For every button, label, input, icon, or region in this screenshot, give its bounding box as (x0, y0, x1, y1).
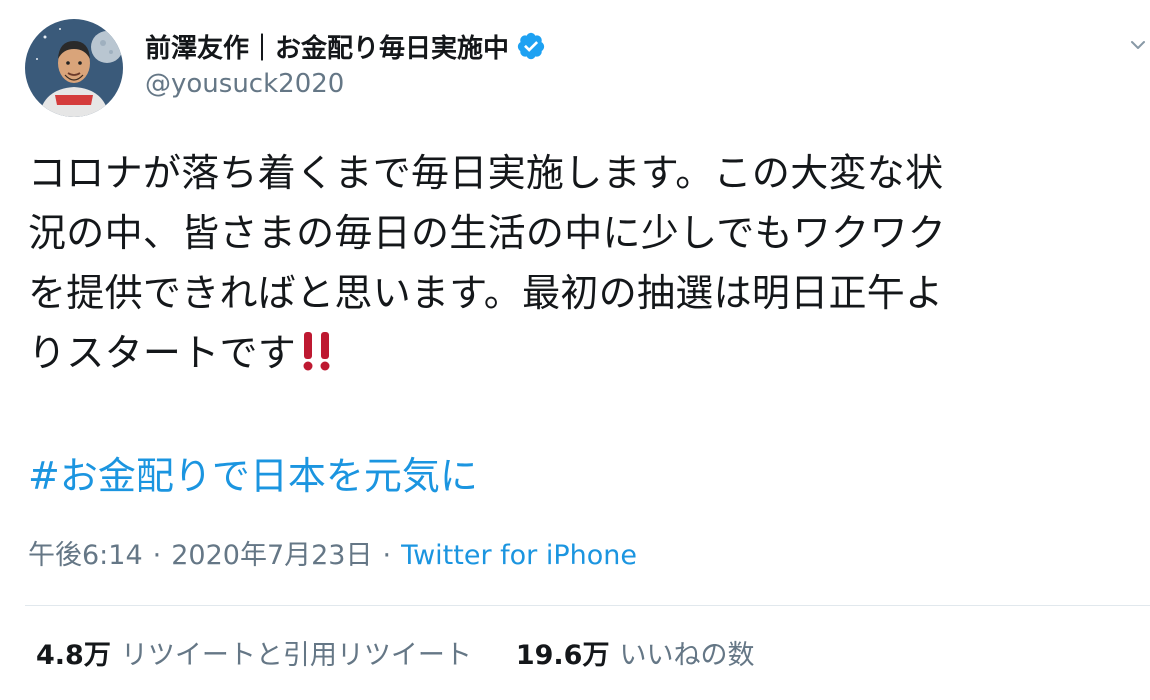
retweets-label: リツイートと引用リツイート (120, 640, 472, 671)
divider (25, 605, 1150, 606)
tweet-time[interactable]: 午後6:14 (28, 540, 143, 571)
retweets-count: 4.8万 (36, 640, 111, 671)
tweet-text-content: コロナが落ち着くまで毎日実施します。この大変な状 況の中、皆さまの毎日の生活の中… (28, 151, 947, 375)
display-name[interactable]: 前澤友作｜お金配り毎日実施中 (145, 28, 509, 65)
chevron-down-icon[interactable] (1130, 36, 1146, 49)
likes-stat[interactable]: 19.6万 いいねの数 (516, 634, 755, 678)
avatar[interactable] (25, 19, 123, 117)
author-handle[interactable]: @yousuck2020 (145, 69, 344, 99)
tweet-source-link[interactable]: Twitter for iPhone (401, 540, 637, 571)
likes-count: 19.6万 (515, 640, 610, 671)
tweet-stats: 4.8万 リツイートと引用リツイート 19.6万 いいねの数 (36, 634, 798, 678)
tweet-text: コロナが落ち着くまで毎日実施します。この大変な状 況の中、皆さまの毎日の生活の中… (28, 143, 1133, 383)
retweets-stat[interactable]: 4.8万 リツイートと引用リツイート (36, 634, 472, 678)
tweet-meta: 午後6:14 · 2020年7月23日 · Twitter for iPhone (28, 536, 637, 576)
author-name-row[interactable]: 前澤友作｜お金配り毎日実施中 (145, 26, 546, 66)
double-exclamation-icon (300, 329, 334, 371)
tweet-card: 前澤友作｜お金配り毎日実施中 @yousuck2020 コロナが落ち着くまで毎日… (0, 0, 1150, 700)
likes-label: いいねの数 (619, 640, 755, 671)
hashtag-link[interactable]: #お金配りで日本を元気に (28, 446, 478, 506)
meta-separator: · (152, 540, 162, 571)
tweet-date[interactable]: 2020年7月23日 (171, 540, 372, 571)
verified-badge-icon (516, 31, 546, 61)
meta-separator: · (382, 540, 392, 571)
